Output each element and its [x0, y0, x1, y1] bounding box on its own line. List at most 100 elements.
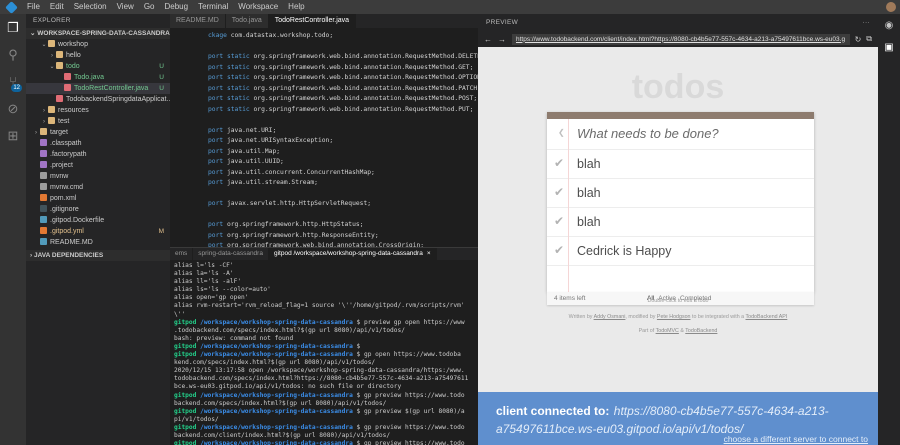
author1-link[interactable]: Addy Osmani — [594, 314, 626, 320]
avatar[interactable] — [886, 2, 896, 12]
todobackend-link[interactable]: TodoBackend — [685, 328, 717, 334]
terminal-tab[interactable]: ems — [170, 248, 194, 260]
tree-item[interactable]: › test — [26, 116, 170, 127]
terminal-tab[interactable]: spring-data-cassandra — [193, 248, 269, 260]
terminal-tab-label: spring-data-cassandra — [198, 250, 263, 257]
amp-text: & — [680, 328, 684, 334]
menu-view[interactable]: View — [112, 0, 139, 14]
search-icon[interactable]: ⚲ — [0, 41, 26, 68]
terminal-tab[interactable]: gitpod /workspace/workshop-spring-data-c… — [268, 248, 437, 260]
tree-item[interactable]: TodobackendSpringdataApplicat... — [26, 94, 170, 105]
tree-item[interactable]: › target — [26, 127, 170, 138]
editor-tab[interactable]: TodoRestController.java — [268, 14, 357, 28]
menu-file[interactable]: File — [22, 0, 45, 14]
java-deps-section-header[interactable]: › JAVA DEPENDENCIES — [26, 250, 170, 261]
tree-item[interactable]: TodoRestController.java U — [26, 83, 170, 94]
todo-item[interactable]: ✔ Cedrick is Happy — [547, 237, 814, 266]
code-text: java.net.URI; — [223, 126, 277, 134]
extensions-icon[interactable]: ⊞ — [0, 122, 26, 149]
menu-debug[interactable]: Debug — [159, 0, 193, 14]
refresh-icon[interactable]: ↻ — [855, 35, 862, 44]
tree-item[interactable]: ⌄ todo U — [26, 61, 170, 72]
tree-item[interactable]: ⌄ workshop — [26, 39, 170, 50]
todomvc-link[interactable]: TodoMVC — [656, 328, 679, 334]
tree-item[interactable]: .classpath — [26, 138, 170, 149]
file-icon — [40, 194, 47, 201]
close-icon[interactable]: × — [427, 250, 431, 257]
preview-panel-icon[interactable]: ▣ — [878, 36, 900, 58]
menu-go[interactable]: Go — [139, 0, 160, 14]
file-icon — [64, 84, 71, 91]
folder-icon — [48, 106, 55, 113]
terminal-line: todobackend.com/specs/index.html?https:/… — [174, 375, 474, 383]
tree-item-label: mvnw.cmd — [50, 184, 84, 191]
check-icon[interactable]: ✔ — [554, 214, 564, 228]
tree-item[interactable]: pom.xml — [26, 193, 170, 204]
todo-item[interactable]: ✔ blah — [547, 179, 814, 208]
tree-item[interactable]: .gitpod.yml M — [26, 226, 170, 237]
workspace-section-header[interactable]: ⌄ WORKSPACE-SPRING-DATA-CASSANDRA — [26, 28, 170, 39]
menu-workspace[interactable]: Workspace — [233, 0, 283, 14]
author2-link[interactable]: Pete Hodgson — [657, 314, 691, 320]
files-icon[interactable]: ❐ — [0, 14, 26, 41]
terminal-line: alias ls='ls --color=auto' — [174, 286, 474, 294]
tree-item[interactable]: mvnw.cmd — [26, 182, 170, 193]
tree-item[interactable]: .project — [26, 160, 170, 171]
terminal-line: alias la='ls -A' — [174, 270, 474, 278]
tree-item-label: workshop — [58, 41, 88, 48]
tree-item[interactable]: mvnw — [26, 171, 170, 182]
todo-text: blah — [577, 215, 601, 229]
tree-item[interactable]: › resources — [26, 105, 170, 116]
back-arrow-icon[interactable]: ← — [484, 35, 492, 44]
code-view[interactable]: ckage com.datastax.workshop.todo; port s… — [170, 28, 478, 247]
file-icon — [40, 183, 47, 190]
terminal-tabs: ems spring-data-cassandra gitpod /workspac… — [170, 248, 478, 260]
prompt-path: /workspace/workshop-spring-data-cassandr… — [200, 318, 353, 326]
terminal-output[interactable]: alias l='ls -CF' alias la='ls -A' alias ll… — [170, 260, 478, 445]
code-text: java.util.UUID; — [223, 158, 284, 165]
preview-header: PREVIEW ··· — [478, 14, 878, 31]
editor-tab[interactable]: README.MD — [170, 14, 226, 28]
forward-arrow-icon[interactable]: → — [498, 35, 506, 44]
todo-item[interactable]: ✔ blah — [547, 150, 814, 179]
prompt-user: gitpod — [174, 423, 197, 431]
terminal-text: alias rvm-restart='rvm_reload_flag=1 sou… — [174, 302, 465, 310]
debug-icon[interactable]: ⊘ — [0, 95, 26, 122]
todo-list: ✔ blah ✔ blah ✔ blah ✔ Cedrick is Happy — [547, 150, 814, 266]
check-icon[interactable]: ✔ — [554, 156, 564, 170]
terminal-text: kend.com/specs/index.html?$(gp url 8080)… — [174, 359, 376, 367]
menu-selection[interactable]: Selection — [69, 0, 112, 14]
editor-tabs: README.MD Todo.java TodoRestController.jav… — [170, 14, 478, 28]
menu-help[interactable]: Help — [283, 0, 309, 14]
tree-item[interactable]: README.MD — [26, 237, 170, 248]
github-icon[interactable]: ◉ — [878, 14, 900, 36]
terminal-line: kend.com/specs/index.html?$(gp url 8080)… — [174, 359, 474, 367]
choose-server-link[interactable]: choose a different server to connect to — [724, 434, 868, 444]
menu-terminal[interactable]: Terminal — [193, 0, 233, 14]
terminal-text: $ gp open https://www.todoba — [352, 351, 461, 359]
check-icon[interactable]: ✔ — [554, 243, 564, 257]
tree-item[interactable]: Todo.java U — [26, 72, 170, 83]
tree-item[interactable]: .factorypath — [26, 149, 170, 160]
keyword: port static — [208, 63, 250, 71]
tree-item[interactable]: .gitignore — [26, 204, 170, 215]
preview-url-input[interactable]: https://www.todobackend.com/client/index… — [512, 33, 850, 45]
todo-item[interactable]: ✔ blah — [547, 208, 814, 237]
tree-item[interactable]: › hello — [26, 50, 170, 61]
menu-edit[interactable]: Edit — [45, 0, 69, 14]
tree-item[interactable]: .gitpod.Dockerfile — [26, 215, 170, 226]
more-actions-icon[interactable]: ··· — [863, 14, 870, 31]
check-icon[interactable]: ✔ — [554, 185, 564, 199]
source-control-icon[interactable]: ⑂ 12 — [0, 68, 26, 95]
open-external-icon[interactable]: ⧉ — [866, 34, 872, 44]
todo-app: ❮ What needs to be done? ✔ blah ✔ blah ✔ blah… — [547, 112, 814, 292]
toggle-all-icon[interactable]: ❮ — [558, 128, 565, 137]
editor-tab[interactable]: Todo.java — [225, 14, 269, 28]
terminal-text: backend.com/client/index.html?$(gp url 8… — [174, 431, 391, 439]
terminal-text: alias ls='ls --color=auto' — [174, 286, 271, 294]
prompt-user: gitpod — [174, 391, 197, 399]
api-link[interactable]: TodoBackend API — [746, 314, 788, 320]
keyword: port — [208, 231, 224, 239]
new-todo-input[interactable]: What needs to be done? — [577, 126, 719, 141]
